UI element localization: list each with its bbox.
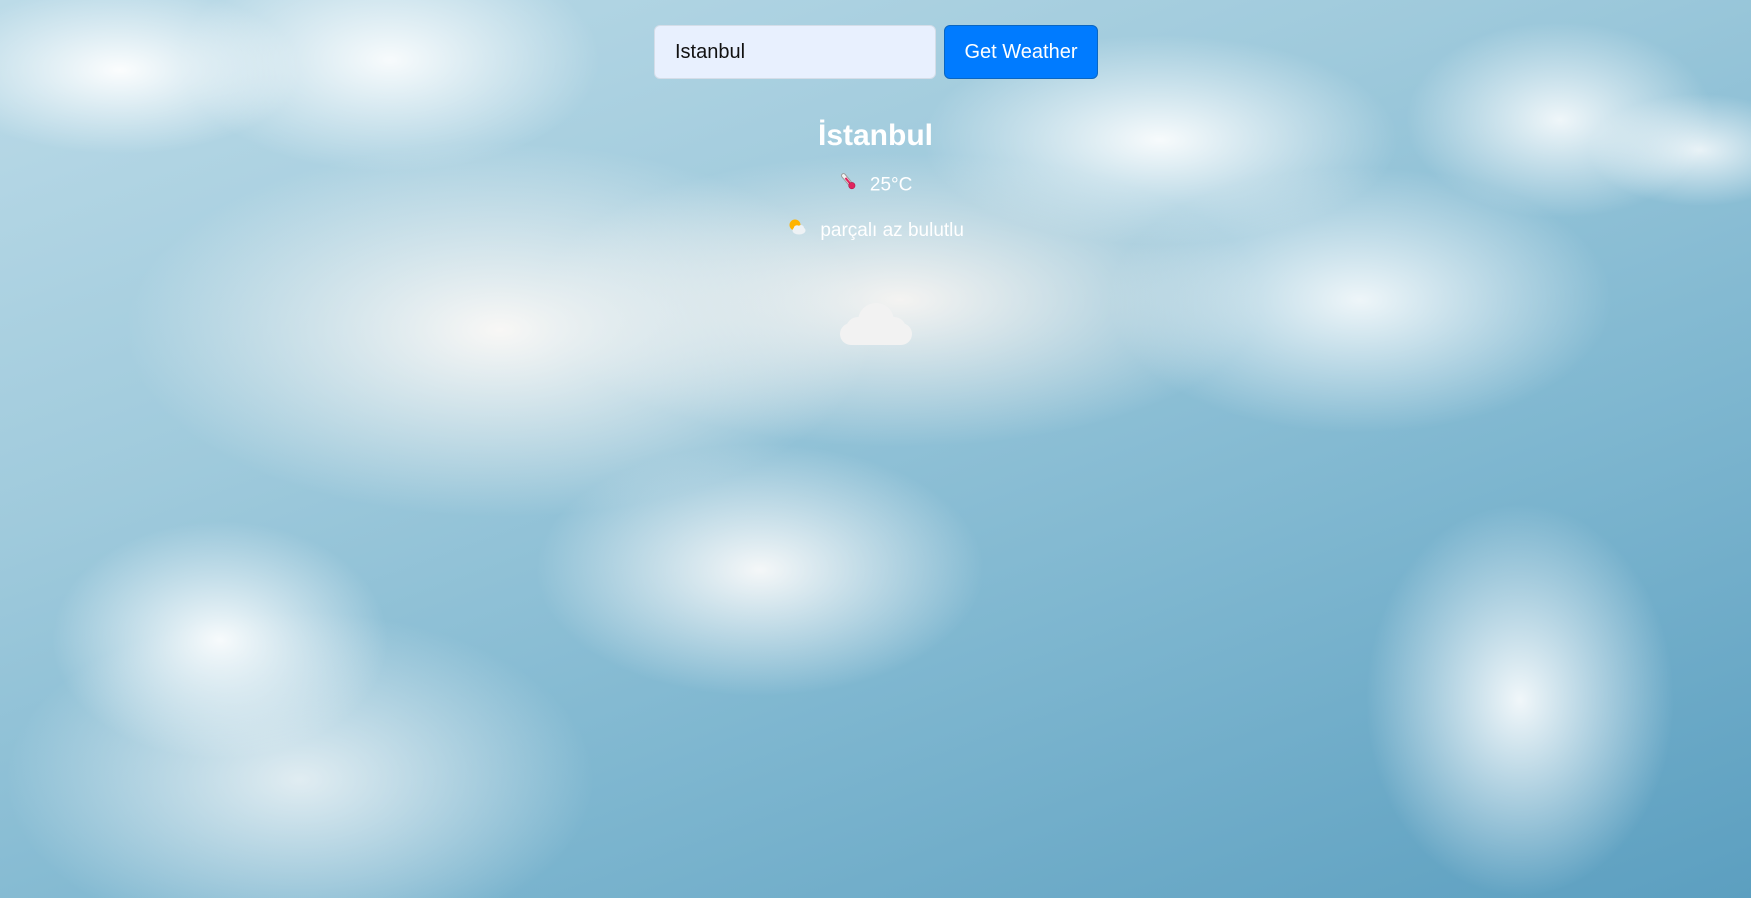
weather-panel: İstanbul 25°C parçalı az bulutlu	[0, 110, 1751, 351]
city-input[interactable]	[654, 25, 936, 79]
temperature-value: 25°C	[869, 174, 913, 196]
search-bar: Get Weather	[654, 25, 1098, 79]
city-name: İstanbul	[817, 119, 933, 152]
thermometer-icon	[839, 171, 857, 200]
weather-description: parçalı az bulutlu	[820, 220, 964, 242]
description-row: parçalı az bulutlu	[0, 217, 1751, 245]
cloud-icon	[836, 291, 916, 351]
get-weather-button[interactable]: Get Weather	[944, 25, 1098, 79]
sun-behind-cloud-icon	[787, 217, 807, 245]
temperature-row: 25°C	[0, 171, 1751, 199]
